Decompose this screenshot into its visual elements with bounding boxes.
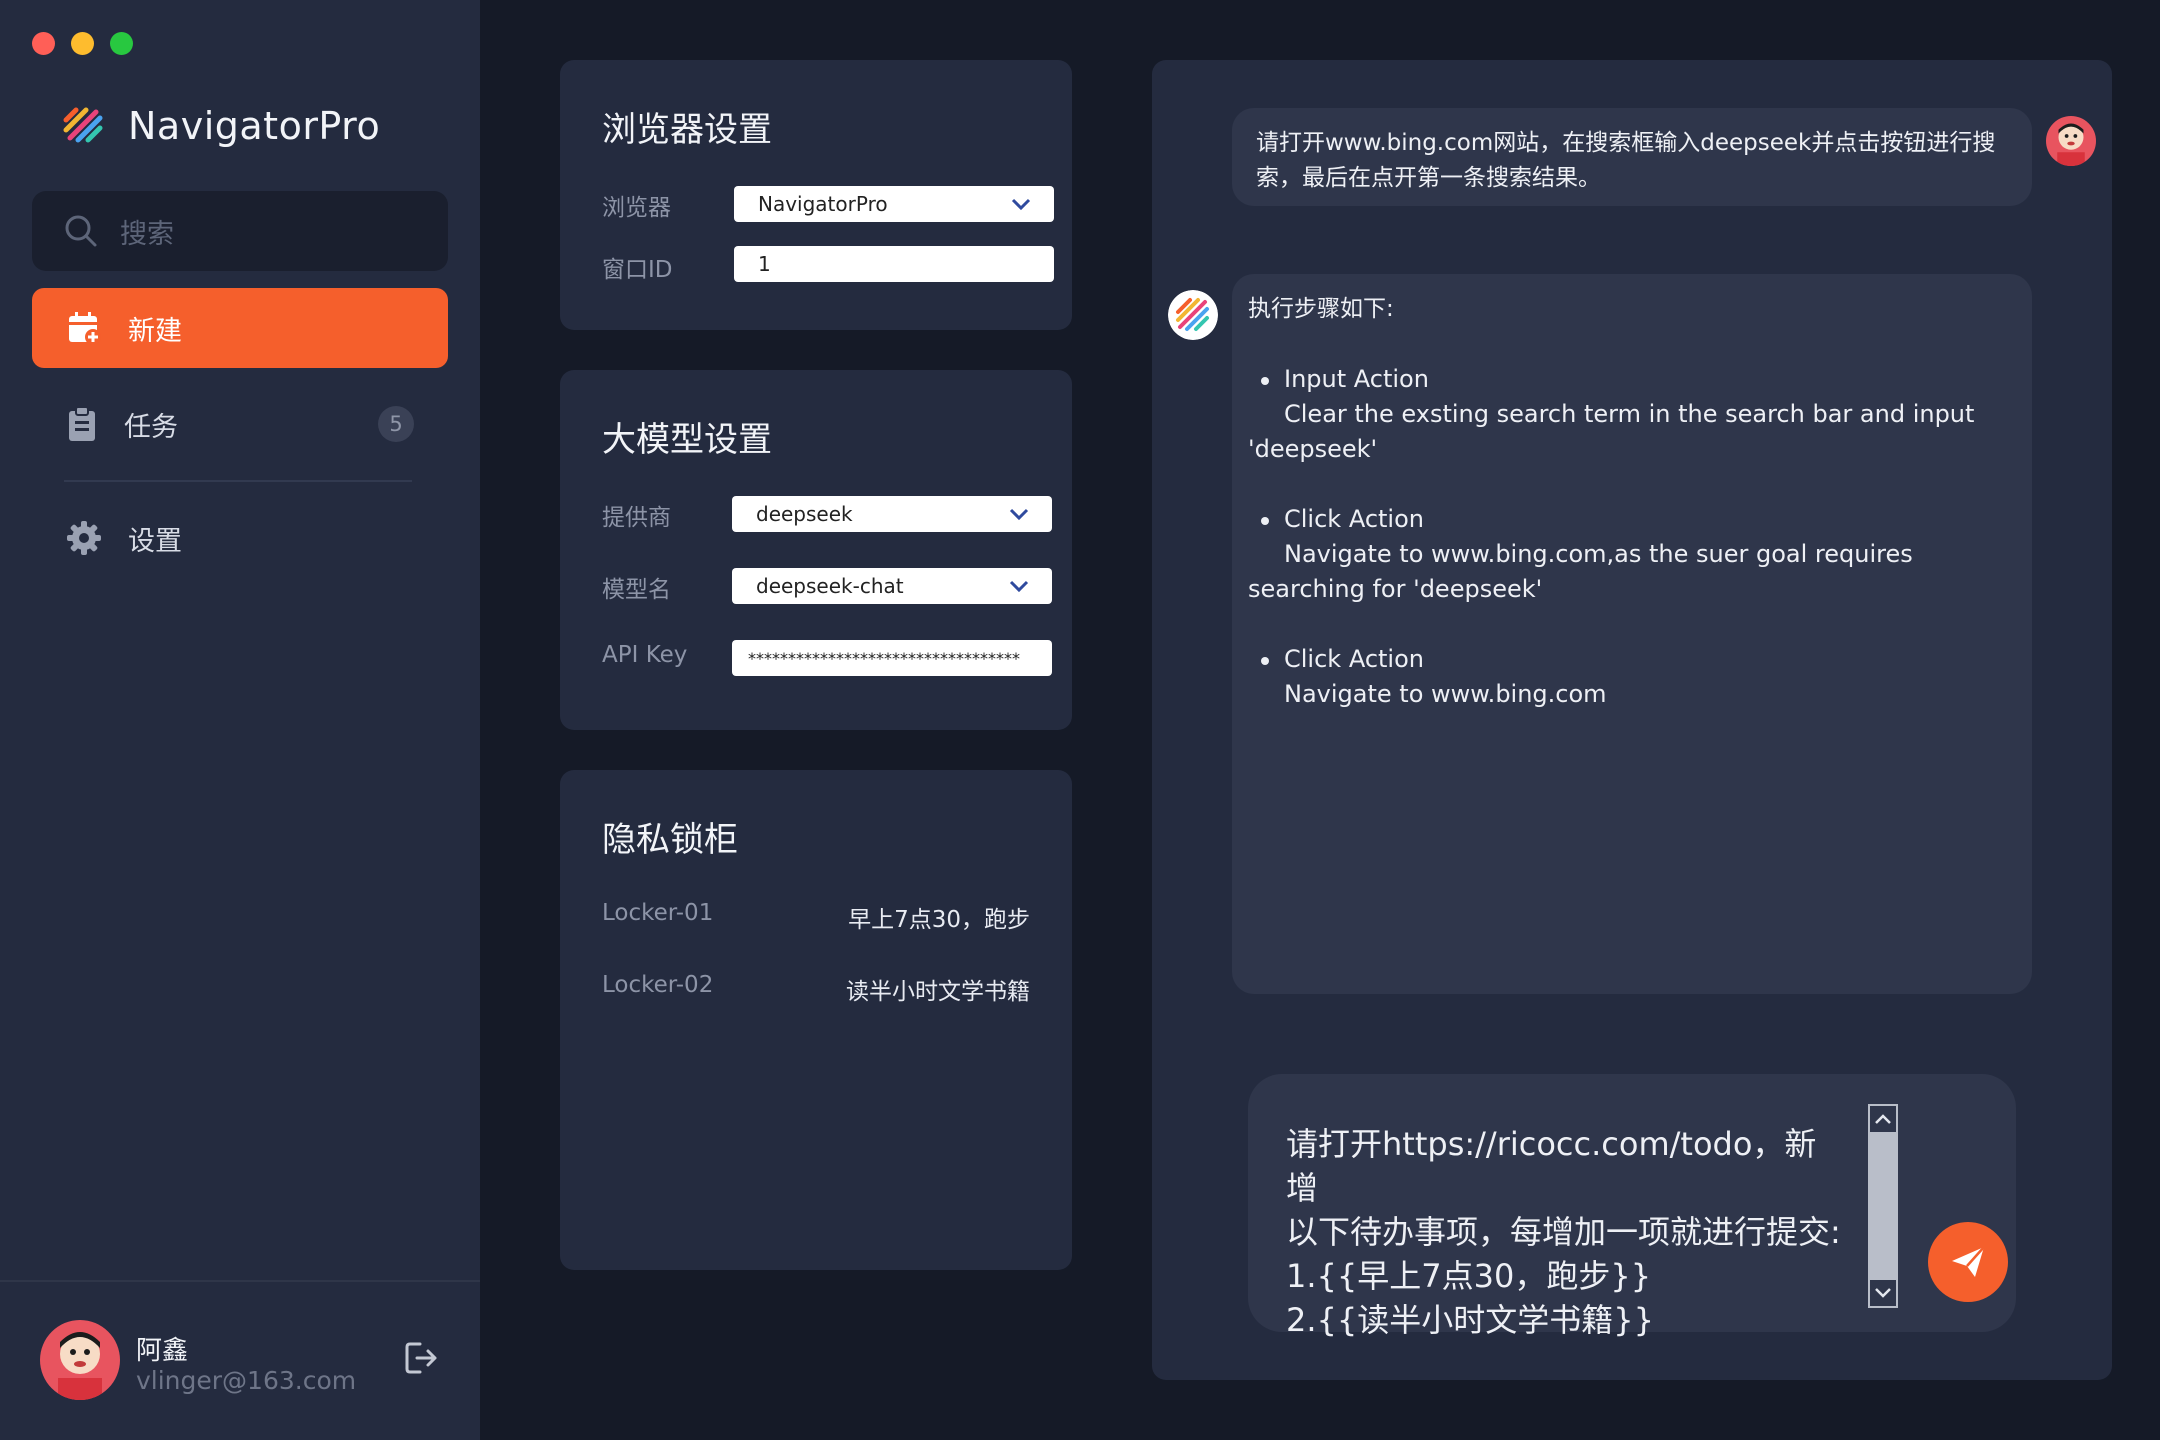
close-window-button[interactable] — [32, 32, 55, 55]
locker-value: 读半小时文学书籍 — [846, 979, 1030, 1005]
composer-textarea[interactable]: 请打开https://ricocc.com/todo，新增 以下待办事项，每增加… — [1286, 1122, 1846, 1342]
browser-label: 浏览器 — [602, 195, 671, 221]
chevron-up-icon — [1875, 1114, 1891, 1124]
provider-select[interactable]: deepseek — [732, 496, 1052, 532]
search-input[interactable]: 搜索 — [32, 191, 448, 271]
composer-line: 请打开https://ricocc.com/todo，新增 — [1286, 1125, 1817, 1207]
card-title: 浏览器设置 — [602, 110, 772, 150]
step-title: Click Action — [1248, 642, 2016, 677]
sidebar: NavigatorPro 搜索 新建 任务 5 设置 阿鑫 vlinger@16… — [0, 0, 480, 1440]
api-key-value: ********************************** — [748, 648, 1020, 668]
sidebar-item-new[interactable]: 新建 — [32, 288, 448, 368]
step-item: Click Action Navigate to www.bing.com — [1248, 642, 2016, 712]
clipboard-icon — [69, 406, 95, 441]
maximize-window-button[interactable] — [110, 32, 133, 55]
model-settings-card: 大模型设置 提供商 deepseek 模型名 deepseek-chat API… — [560, 370, 1072, 730]
brand: NavigatorPro — [62, 104, 380, 148]
locker-value: 早上7点30，跑步 — [848, 907, 1030, 933]
window-id-value: 1 — [758, 252, 771, 276]
sidebar-divider — [64, 480, 412, 482]
locker-key: Locker-02 — [602, 972, 714, 998]
chevron-down-icon — [1875, 1288, 1891, 1298]
step-title: Input Action — [1248, 362, 2016, 397]
sidebar-item-tasks[interactable]: 任务 5 — [32, 384, 448, 464]
browser-select[interactable]: NavigatorPro — [734, 186, 1054, 222]
assistant-message-bubble: 执行步骤如下: Input Action Clear the exsting s… — [1232, 274, 2032, 994]
locker-key: Locker-01 — [602, 900, 714, 926]
api-key-input[interactable]: ********************************** — [732, 640, 1052, 676]
composer-scrollbar[interactable] — [1868, 1104, 1898, 1308]
step-item: Click Action Navigate to www.bing.com,as… — [1248, 502, 2016, 607]
chevron-down-icon — [1009, 580, 1029, 593]
scroll-up-button[interactable] — [1868, 1104, 1898, 1134]
composer-line: 2.{{读半小时文学书籍}} — [1286, 1301, 1654, 1339]
model-select-value: deepseek-chat — [756, 574, 904, 598]
composer-line: 以下待办事项，每增加一项就进行提交: — [1286, 1213, 1841, 1251]
search-icon — [65, 215, 97, 247]
minimize-window-button[interactable] — [71, 32, 94, 55]
scroll-down-button[interactable] — [1868, 1278, 1898, 1308]
api-key-label: API Key — [602, 642, 688, 668]
sidebar-item-settings[interactable]: 设置 — [32, 498, 448, 578]
sidebar-item-label: 任务 — [124, 411, 178, 443]
browser-select-value: NavigatorPro — [758, 192, 888, 216]
provider-select-value: deepseek — [756, 502, 853, 526]
chevron-down-icon — [1011, 198, 1031, 211]
window-controls — [32, 32, 133, 55]
step-description: Navigate to www.bing.com — [1284, 680, 1607, 708]
step-description: Clear the exsting search term in the sea… — [1248, 400, 1975, 463]
window-id-input[interactable]: 1 — [734, 246, 1054, 282]
paper-plane-icon — [1952, 1246, 1985, 1277]
calendar-plus-icon — [69, 312, 101, 345]
chevron-down-icon — [1009, 508, 1029, 521]
card-title: 大模型设置 — [602, 420, 772, 460]
step-description: Navigate to www.bing.com,as the suer goa… — [1248, 540, 1913, 603]
step-title: Click Action — [1248, 502, 2016, 537]
assistant-heading: 执行步骤如下: — [1248, 296, 1394, 322]
provider-label: 提供商 — [602, 505, 671, 531]
privacy-locker-card: 隐私锁柜 Locker-01 早上7点30，跑步 Locker-02 读半小时文… — [560, 770, 1072, 1270]
sidebar-item-label: 设置 — [128, 525, 182, 557]
user-email: vlinger@163.com — [136, 1366, 357, 1395]
avatar-image — [40, 1320, 120, 1400]
user-profile-bar: 阿鑫 vlinger@163.com — [0, 1280, 480, 1440]
user-avatar — [2046, 116, 2096, 166]
user-name: 阿鑫 — [136, 1336, 189, 1366]
step-item: Input Action Clear the exsting search te… — [1248, 362, 2016, 467]
composer-line: 1.{{早上7点30，跑步}} — [1286, 1257, 1652, 1295]
logout-icon[interactable] — [404, 1340, 438, 1376]
task-count-badge: 5 — [378, 406, 414, 442]
model-select[interactable]: deepseek-chat — [732, 568, 1052, 604]
gear-icon — [67, 521, 101, 555]
message-composer[interactable]: 请打开https://ricocc.com/todo，新增 以下待办事项，每增加… — [1248, 1074, 2016, 1339]
chat-panel: 请打开www.bing.com网站，在搜索框输入deepseek并点击按钮进行搜… — [1152, 60, 2112, 1380]
avatar[interactable] — [40, 1320, 120, 1400]
browser-settings-card: 浏览器设置 浏览器 NavigatorPro 窗口ID 1 — [560, 60, 1072, 330]
sidebar-item-label: 新建 — [128, 315, 182, 347]
app-title: NavigatorPro — [128, 104, 381, 148]
logo-icon — [63, 107, 103, 143]
send-button[interactable] — [1928, 1222, 2008, 1302]
bot-avatar — [1168, 290, 1218, 340]
card-title: 隐私锁柜 — [602, 820, 738, 860]
search-placeholder: 搜索 — [120, 218, 174, 250]
user-message-bubble: 请打开www.bing.com网站，在搜索框输入deepseek并点击按钮进行搜… — [1232, 108, 2032, 206]
model-name-label: 模型名 — [602, 577, 671, 603]
window-id-label: 窗口ID — [602, 257, 673, 283]
